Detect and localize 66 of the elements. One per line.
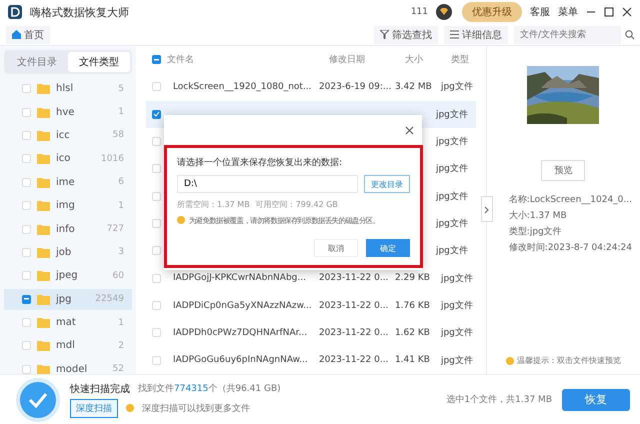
type-count: 5 bbox=[118, 84, 124, 94]
type-name: model bbox=[56, 364, 88, 374]
tip-text: 温馨提示：双击文件快速预览 bbox=[516, 355, 621, 366]
table-cell: 2023-11-22 0... bbox=[318, 355, 389, 366]
table-cell: 2023-11-22 0... bbox=[318, 328, 389, 338]
table-cell-text: IADPGoGu6uy6pInNAgnNAw... bbox=[172, 355, 309, 366]
table-cell-text: jpg文件 bbox=[436, 244, 469, 258]
table-cell-text: 2.29 KB bbox=[394, 273, 431, 284]
selection-summary: 选中1个文件，共1.37 MB bbox=[446, 394, 552, 406]
available-space: 可用空间：799.42 GB bbox=[256, 199, 338, 210]
table-cell-text: jpg文件 bbox=[436, 190, 469, 203]
type-name: job bbox=[56, 246, 72, 258]
table-cell-text: jpg文件 bbox=[440, 272, 474, 285]
type-name: ime bbox=[56, 176, 76, 188]
deep-scan-hint: 深度扫描可以找到更多文件 bbox=[142, 402, 250, 414]
table-cell-text: jpg文件 bbox=[436, 108, 469, 121]
count-label: 111 bbox=[410, 7, 428, 17]
table-cell-text: 1.76 KB bbox=[394, 300, 431, 311]
table-cell-text: jpg文件 bbox=[440, 326, 474, 340]
table-cell-text: jpg文件 bbox=[436, 218, 469, 230]
file-info-line: 大小:1.37 MB bbox=[508, 210, 568, 222]
table-cell: 2023-11-22 0... bbox=[318, 273, 389, 284]
type-name: hlsl bbox=[56, 83, 74, 94]
table-cell-text: jpg文件 bbox=[440, 300, 474, 312]
window-title: 嗨格式数据恢复大师 bbox=[30, 4, 130, 20]
table-cell: LockScreen__1920_1080_not... bbox=[172, 82, 313, 92]
table-cell-text: 1.41 KB bbox=[394, 355, 431, 366]
table-cell-text: jpg文件 bbox=[440, 354, 474, 367]
required-space: 所需空间：1.37 MB bbox=[176, 199, 250, 210]
file-info-line: 修改时间:2023-8-7 04:24:24 bbox=[508, 242, 632, 254]
dialog-prompt: 请选择一个位置来保存您恢复出来的数据: bbox=[176, 156, 343, 169]
type-name: hve bbox=[56, 106, 76, 118]
type-count: 58 bbox=[112, 130, 124, 140]
type-count: 1016 bbox=[101, 154, 124, 164]
type-name: img bbox=[56, 200, 76, 212]
table-cell-text: 1.62 KB bbox=[394, 328, 431, 338]
table-cell-text: IADPDh0cPWz7DQHNArfNAr... bbox=[172, 328, 308, 338]
type-count: 3 bbox=[118, 247, 124, 258]
file-info-line: 名称:LockScreen__1024_0... bbox=[508, 194, 632, 206]
type-count: 60 bbox=[112, 270, 124, 281]
table-cell-text: 3.42 MB bbox=[394, 82, 433, 92]
type-count: 727 bbox=[106, 224, 124, 234]
type-count: 6 bbox=[118, 177, 124, 188]
table-cell-text: jpg文件 bbox=[436, 162, 469, 176]
type-count: 1 bbox=[118, 107, 124, 118]
table-cell: 2023-11-22 0... bbox=[318, 300, 389, 311]
type-count: 2 bbox=[118, 340, 124, 351]
type-count: 1 bbox=[118, 318, 124, 328]
table-cell-text: jpg文件 bbox=[436, 136, 469, 148]
scan-status: 快速扫描完成 bbox=[70, 382, 130, 396]
table-cell: 2023-6-19 09:... bbox=[318, 82, 389, 92]
table-cell-text: IADPGojJ-KPKCwrNAbnNAbg... bbox=[172, 273, 307, 284]
file-info-line: 类型:jpg文件 bbox=[508, 226, 563, 238]
type-name: jpeg bbox=[56, 270, 79, 282]
type-count: 22549 bbox=[95, 294, 124, 304]
type-name: jpg bbox=[56, 294, 72, 305]
type-count: 52 bbox=[112, 364, 124, 374]
table-cell-text: jpg文件 bbox=[440, 80, 474, 94]
found-summary: 找到文件774315个（共96.41 GB) bbox=[138, 382, 281, 395]
type-name: info bbox=[56, 224, 76, 235]
type-name: icc bbox=[56, 130, 71, 141]
type-name: mdl bbox=[56, 340, 76, 352]
type-name: mat bbox=[56, 317, 77, 328]
table-cell: IADPDiCp0nGa5yXNAzzNAzw... bbox=[172, 300, 313, 311]
type-name: ico bbox=[56, 153, 72, 164]
type-count: 1 bbox=[118, 200, 124, 211]
